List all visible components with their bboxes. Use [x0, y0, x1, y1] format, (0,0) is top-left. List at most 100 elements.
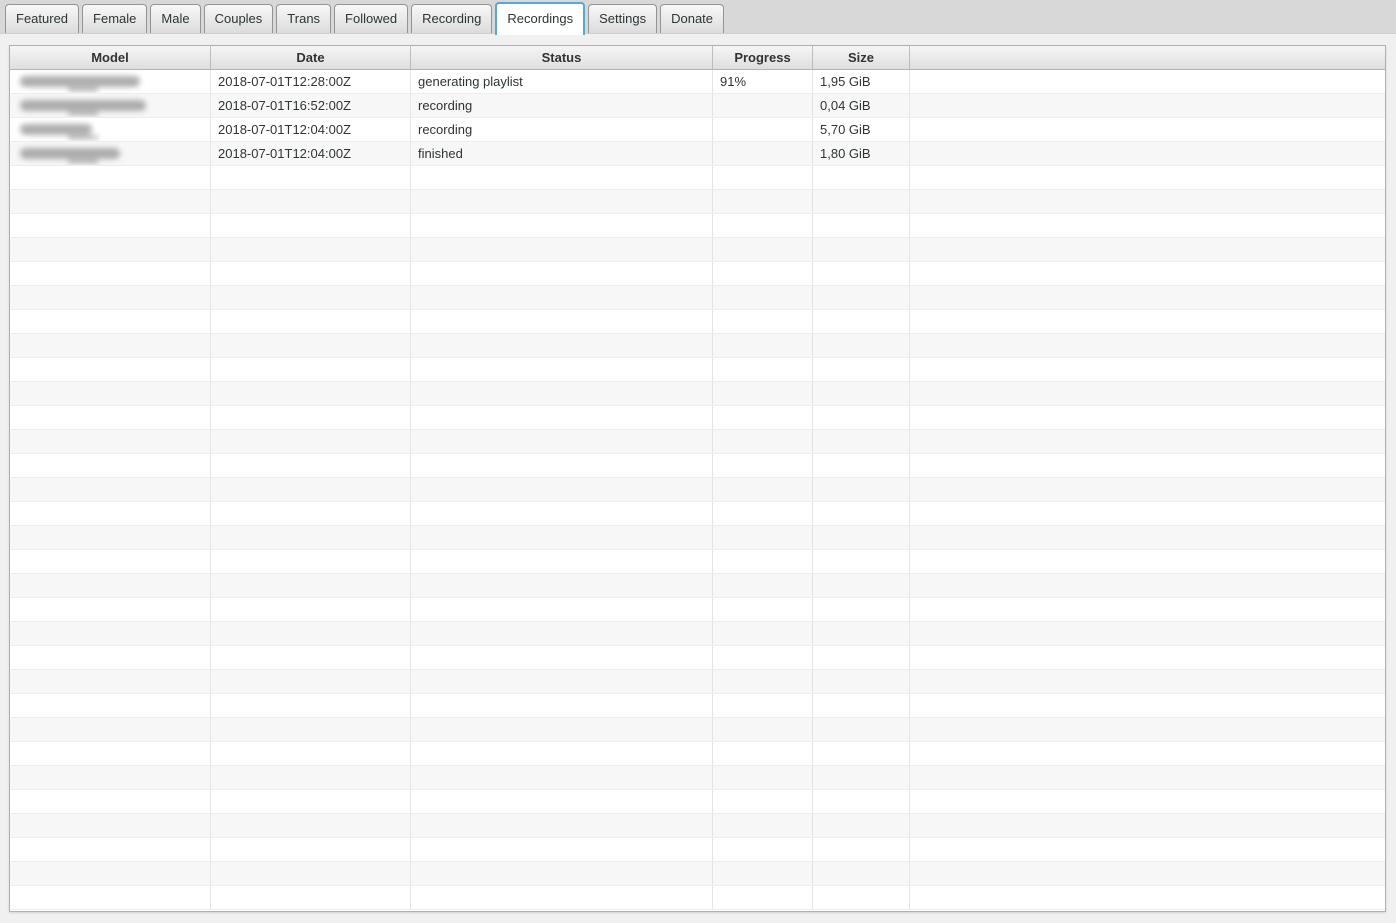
table-row-empty [10, 502, 1385, 526]
column-header-size[interactable]: Size [813, 46, 910, 69]
tab-recordings[interactable]: Recordings [495, 2, 586, 35]
cell-date [211, 694, 411, 717]
cell-size [813, 574, 910, 597]
cell-model [10, 454, 211, 477]
cell-empty [910, 598, 1385, 621]
cell-model [10, 718, 211, 741]
cell-status [411, 166, 713, 189]
cell-progress: 91% [713, 70, 813, 93]
tab-donate[interactable]: Donate [660, 4, 725, 33]
table-row-empty [10, 190, 1385, 214]
cell-size [813, 598, 910, 621]
cell-empty [910, 766, 1385, 789]
cell-date [211, 838, 411, 861]
cell-empty [910, 622, 1385, 645]
cell-progress [713, 718, 813, 741]
cell-date [211, 718, 411, 741]
cell-model [10, 334, 211, 357]
column-header-model[interactable]: Model [10, 46, 211, 69]
table-row-empty [10, 334, 1385, 358]
cell-model [10, 118, 211, 141]
tab-couples[interactable]: Couples [203, 4, 274, 33]
cell-empty [910, 166, 1385, 189]
cell-date [211, 286, 411, 309]
cell-empty [910, 862, 1385, 885]
cell-empty [910, 646, 1385, 669]
cell-size [813, 718, 910, 741]
tab-settings[interactable]: Settings [588, 4, 658, 33]
column-header-progress[interactable]: Progress [713, 46, 813, 69]
cell-model [10, 142, 211, 165]
cell-empty [910, 454, 1385, 477]
cell-progress [713, 238, 813, 261]
cell-date [211, 622, 411, 645]
table-row-empty [10, 622, 1385, 646]
cell-progress [713, 742, 813, 765]
cell-progress [713, 814, 813, 837]
cell-status: recording [411, 94, 713, 117]
table-row-empty [10, 358, 1385, 382]
table-row-empty [10, 238, 1385, 262]
cell-model [10, 694, 211, 717]
tab-male[interactable]: Male [150, 4, 201, 33]
cell-empty [910, 334, 1385, 357]
cell-status [411, 478, 713, 501]
cell-model [10, 838, 211, 861]
tab-bar: Featured Female Male Couples Trans Followed Re… [0, 0, 1396, 35]
cell-size [813, 358, 910, 381]
cell-model [10, 70, 211, 93]
cell-size [813, 670, 910, 693]
tab-female[interactable]: Female [82, 4, 148, 33]
cell-empty [910, 358, 1385, 381]
cell-size [813, 310, 910, 333]
tab-trans[interactable]: Trans [276, 4, 332, 33]
cell-date [211, 886, 411, 909]
cell-size [813, 190, 910, 213]
cell-status [411, 430, 713, 453]
cell-empty [910, 670, 1385, 693]
cell-model [10, 886, 211, 909]
cell-empty [910, 262, 1385, 285]
table-row[interactable]: 2018-07-01T16:52:00Z recording 0,04 GiB [10, 94, 1385, 118]
cell-status [411, 550, 713, 573]
cell-progress [713, 502, 813, 525]
cell-progress [713, 574, 813, 597]
tab-recording[interactable]: Recording [411, 4, 493, 33]
cell-status [411, 622, 713, 645]
cell-progress [713, 862, 813, 885]
cell-progress [713, 310, 813, 333]
cell-progress [713, 670, 813, 693]
table-row-empty [10, 214, 1385, 238]
cell-progress [713, 358, 813, 381]
column-header-empty[interactable] [910, 46, 1385, 69]
cell-status [411, 670, 713, 693]
cell-status: recording [411, 118, 713, 141]
table-row[interactable]: 2018-07-01T12:28:00Z generating playlist 9… [10, 70, 1385, 94]
cell-date [211, 574, 411, 597]
cell-model [10, 790, 211, 813]
table-row-empty [10, 574, 1385, 598]
table-row-empty [10, 598, 1385, 622]
cell-progress [713, 886, 813, 909]
table-row-empty [10, 790, 1385, 814]
tab-followed[interactable]: Followed [334, 4, 409, 33]
column-header-status[interactable]: Status [411, 46, 713, 69]
cell-status [411, 718, 713, 741]
cell-date [211, 526, 411, 549]
model-name-blurred [20, 76, 140, 91]
table-row-empty [10, 862, 1385, 886]
cell-date [211, 454, 411, 477]
column-header-date[interactable]: Date [211, 46, 411, 69]
cell-status [411, 526, 713, 549]
table-row[interactable]: 2018-07-01T12:04:00Z finished 1,80 GiB [10, 142, 1385, 166]
cell-date [211, 382, 411, 405]
cell-model [10, 262, 211, 285]
table-row-empty [10, 382, 1385, 406]
cell-size [813, 790, 910, 813]
table-row-empty [10, 166, 1385, 190]
cell-empty [910, 478, 1385, 501]
table-row-empty [10, 550, 1385, 574]
tab-featured[interactable]: Featured [5, 4, 80, 33]
table-row[interactable]: 2018-07-01T12:04:00Z recording 5,70 GiB [10, 118, 1385, 142]
cell-size [813, 526, 910, 549]
